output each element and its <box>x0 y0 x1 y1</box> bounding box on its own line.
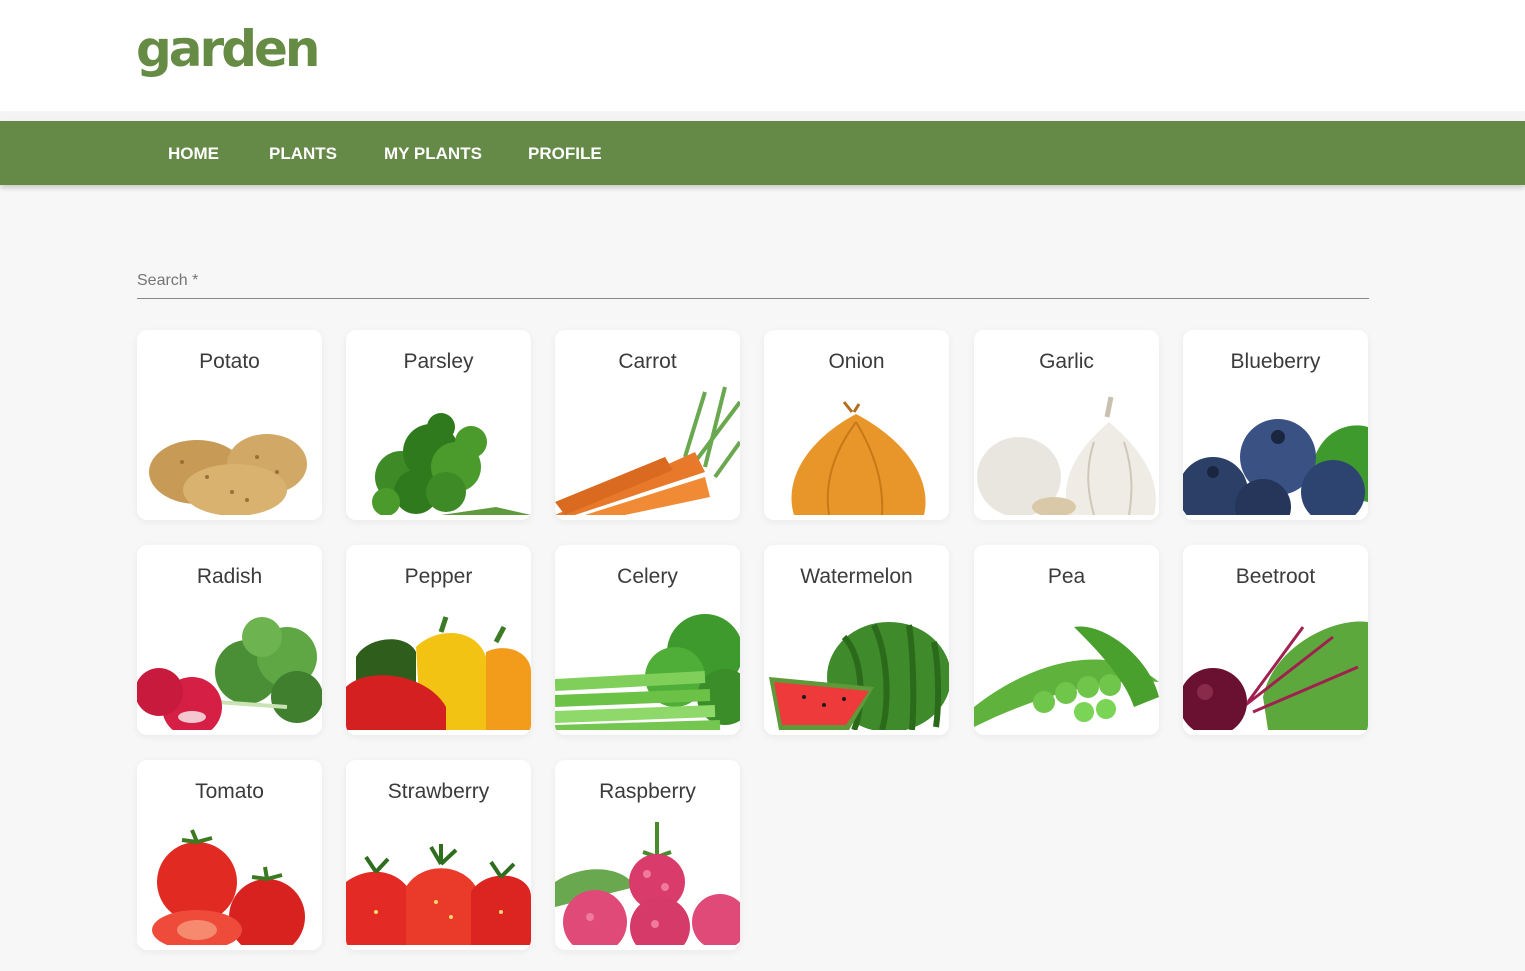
parsley-icon <box>372 413 531 515</box>
blueberry-icon <box>1183 419 1368 515</box>
plant-name: Garlic <box>1039 350 1094 373</box>
search-field[interactable]: Search * <box>137 262 1373 300</box>
plant-card-strawberry[interactable]: Strawberry <box>346 760 531 950</box>
radish-icon <box>137 617 322 730</box>
pepper-icon <box>346 616 531 730</box>
plant-name: Blueberry <box>1230 350 1321 373</box>
nav-profile[interactable]: PROFILE <box>528 121 602 185</box>
plant-name: Watermelon <box>800 565 913 588</box>
plant-card-potato[interactable]: Potato <box>137 330 322 520</box>
potato-icon <box>149 434 307 515</box>
carrot-icon <box>555 386 740 515</box>
plant-card-raspberry[interactable]: Raspberry <box>555 760 740 950</box>
plant-card-beetroot[interactable]: Beetroot <box>1183 545 1368 735</box>
celery-icon <box>555 614 740 730</box>
plant-card-pea[interactable]: Pea <box>974 545 1159 735</box>
plant-card-garlic[interactable]: Garlic <box>974 330 1159 520</box>
plant-card-tomato[interactable]: Tomato <box>137 760 322 950</box>
plant-name: Raspberry <box>599 780 696 803</box>
plant-card-carrot[interactable]: Carrot <box>555 330 740 520</box>
plant-name: Strawberry <box>387 780 490 803</box>
raspberry-icon <box>555 822 740 945</box>
strawberry-icon <box>346 844 531 945</box>
header: garden <box>0 0 1525 111</box>
logo[interactable]: garden <box>136 20 320 78</box>
search-input[interactable] <box>137 262 1373 300</box>
nav-my-plants[interactable]: MY PLANTS <box>384 121 482 185</box>
onion-icon <box>791 401 926 515</box>
plant-name: Celery <box>617 565 678 588</box>
plant-name: Parsley <box>403 350 474 373</box>
beetroot-icon <box>1183 621 1368 730</box>
nav-plants[interactable]: PLANTS <box>269 121 337 185</box>
plant-name: Tomato <box>195 780 264 803</box>
plant-card-watermelon[interactable]: Watermelon <box>764 545 949 735</box>
tomato-icon <box>152 829 305 945</box>
plant-name: Carrot <box>618 350 677 373</box>
plant-card-onion[interactable]: Onion <box>764 330 949 520</box>
plant-card-celery[interactable]: Celery <box>555 545 740 735</box>
plant-card-parsley[interactable]: Parsley <box>346 330 531 520</box>
navbar: HOME PLANTS MY PLANTS PROFILE <box>0 121 1525 185</box>
plant-card-blueberry[interactable]: Blueberry <box>1183 330 1368 520</box>
plant-name: Potato <box>199 350 260 373</box>
header-divider <box>0 111 1525 121</box>
plant-card-pepper[interactable]: Pepper <box>346 545 531 735</box>
nav-home[interactable]: HOME <box>168 121 219 185</box>
plant-name: Radish <box>196 565 263 588</box>
garlic-icon <box>977 396 1156 515</box>
pea-icon <box>974 626 1159 727</box>
plant-name: Onion <box>828 350 885 373</box>
plant-card-radish[interactable]: Radish <box>137 545 322 735</box>
watermelon-icon <box>769 622 949 730</box>
plant-name: Pea <box>1047 565 1086 588</box>
plant-name: Beetroot <box>1235 565 1316 588</box>
plant-name: Pepper <box>404 565 473 588</box>
